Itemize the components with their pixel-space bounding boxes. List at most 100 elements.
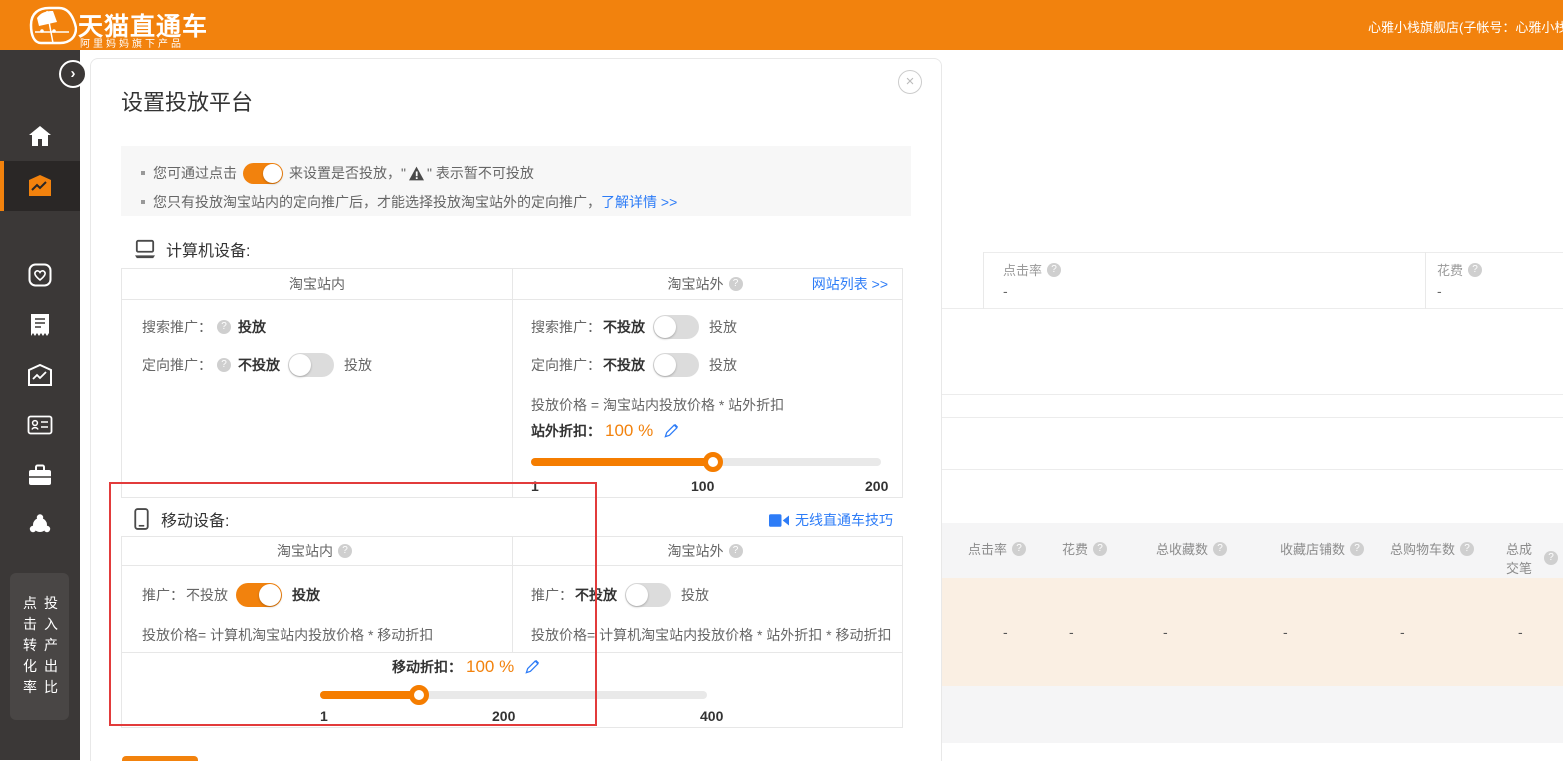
tick-mid: 100 bbox=[691, 478, 714, 494]
help-icon[interactable] bbox=[1012, 542, 1026, 556]
edit-pencil-icon[interactable] bbox=[663, 423, 679, 439]
target-promo-toggle[interactable] bbox=[653, 353, 699, 377]
promo-label: 推广： bbox=[142, 585, 184, 605]
discount-value: 100 % bbox=[466, 657, 514, 677]
home-icon bbox=[28, 125, 52, 147]
close-icon[interactable]: × bbox=[898, 70, 922, 94]
promo-off-label: 不投放 bbox=[186, 585, 228, 605]
mobile-table-header: 淘宝站内 淘宝站外 bbox=[122, 537, 902, 566]
promo-state: 投放 bbox=[292, 585, 320, 605]
sidebar-item-favorites[interactable] bbox=[0, 250, 80, 300]
help-icon[interactable] bbox=[1468, 263, 1482, 277]
mobile-offsite-cell: 推广： 不投放 投放 投放价格= 计算机淘宝站内投放价格 * 站外折扣 * 移动… bbox=[513, 566, 902, 652]
promo-label: 推广： bbox=[531, 585, 573, 605]
envelope-chart-icon bbox=[27, 364, 53, 386]
sidebar-item-campaign-active[interactable] bbox=[0, 161, 80, 211]
sidebar: › bbox=[0, 50, 80, 760]
help-icon[interactable] bbox=[1213, 542, 1227, 556]
account-name[interactable]: 心雅小栈旗舰店(子帐号：心雅小栈旗 bbox=[1368, 17, 1563, 36]
help-icon[interactable] bbox=[217, 358, 231, 372]
edit-pencil-icon[interactable] bbox=[524, 659, 540, 675]
sidebar-expand-button[interactable]: › bbox=[59, 60, 87, 88]
tick-mid: 200 bbox=[492, 708, 515, 724]
sidebar-item-reports[interactable] bbox=[0, 300, 80, 350]
sidebar-item-tools[interactable] bbox=[0, 450, 80, 500]
mobile-table: 淘宝站内 淘宝站外 推广： 不投放 投放 投放价格= 计算机淘宝站内投放价格 *… bbox=[121, 536, 903, 728]
help-icon[interactable] bbox=[729, 277, 743, 291]
mobile-onsite-toggle[interactable] bbox=[236, 583, 282, 607]
sidebar-item-audience[interactable] bbox=[0, 500, 80, 550]
slider-handle[interactable] bbox=[409, 685, 429, 705]
confirm-button[interactable] bbox=[122, 756, 198, 761]
computer-section-title: 计算机设备: bbox=[166, 237, 250, 261]
offsite-discount-slider[interactable] bbox=[531, 458, 881, 466]
help-icon[interactable] bbox=[338, 544, 352, 558]
metric-click-conversion: 点击转化率 bbox=[22, 593, 38, 698]
metric-roi: 投入产出比 bbox=[43, 593, 59, 698]
bg-table-data-row: - - - - - - bbox=[940, 578, 1563, 686]
computer-section-header: 计算机设备: bbox=[134, 237, 250, 261]
set-platform-dialog: 设置投放平台 × 您可通过点击 来设置是否投放，" " 表示暂不可投放 您只有投… bbox=[90, 58, 942, 761]
dialog-title: 设置投放平台 bbox=[121, 85, 253, 117]
header-label: 淘宝站外 bbox=[668, 274, 724, 294]
wireless-tips-label: 无线直通车技巧 bbox=[795, 510, 893, 530]
learn-more-link[interactable]: 了解详情 >> bbox=[601, 192, 677, 212]
col-deals: 总成交笔 bbox=[1506, 539, 1539, 577]
bullet-icon bbox=[141, 200, 145, 204]
stat-clickrate-label: 点击率 bbox=[1003, 260, 1042, 279]
mobile-offsite-toggle[interactable] bbox=[625, 583, 671, 607]
mobile-discount-slider[interactable] bbox=[320, 691, 707, 699]
formula-text: 投放价格= 计算机淘宝站内投放价格 * 站外折扣 * 移动折扣 bbox=[531, 625, 892, 645]
tip1-pre: 您可通过点击 bbox=[153, 163, 237, 183]
help-icon[interactable] bbox=[1093, 542, 1107, 556]
price-formula: 投放价格= 计算机淘宝站内投放价格 * 移动折扣 bbox=[142, 622, 433, 648]
help-icon[interactable] bbox=[729, 544, 743, 558]
computer-onsite-cell: 搜索推广： 投放 定向推广： 不投放 投放 bbox=[122, 300, 513, 497]
cell-value: - bbox=[1283, 624, 1288, 640]
computer-table-header: 淘宝站内 淘宝站外 网站列表 >> bbox=[122, 269, 902, 300]
help-icon[interactable] bbox=[217, 320, 231, 334]
help-icon[interactable] bbox=[1460, 542, 1474, 556]
target-promo-row: 定向推广： 不投放 投放 bbox=[531, 352, 737, 378]
help-icon[interactable] bbox=[1544, 551, 1558, 565]
help-icon[interactable] bbox=[1350, 542, 1364, 556]
search-promo-state: 投放 bbox=[238, 317, 266, 337]
cell-value: - bbox=[1518, 624, 1523, 640]
mobile-discount-area: 移动折扣： 100 % 1 200 400 bbox=[122, 653, 902, 727]
audience-icon bbox=[28, 513, 52, 537]
tip1-mid: 来设置是否投放，" bbox=[289, 163, 406, 183]
tick-max: 400 bbox=[700, 708, 723, 724]
search-promo-toggle[interactable] bbox=[653, 315, 699, 339]
example-toggle bbox=[243, 163, 283, 184]
sidebar-metrics-panel[interactable]: 点击转化率 投入产出比 bbox=[10, 573, 69, 720]
target-promo-toggle[interactable] bbox=[288, 353, 334, 377]
mobile-section-title: 移动设备: bbox=[161, 507, 229, 531]
toggle-on-label: 投放 bbox=[709, 355, 737, 375]
computer-icon bbox=[134, 239, 156, 259]
target-promo-label: 定向推广： bbox=[531, 355, 601, 375]
website-list-link[interactable]: 网站列表 >> bbox=[812, 274, 888, 294]
divider bbox=[932, 469, 1563, 470]
stat-cost-label: 花费 bbox=[1437, 260, 1463, 279]
slider-handle[interactable] bbox=[703, 452, 723, 472]
header-taobao-offsite: 淘宝站外 网站列表 >> bbox=[513, 269, 902, 299]
help-icon[interactable] bbox=[1047, 263, 1061, 277]
sidebar-item-promotion[interactable] bbox=[0, 350, 80, 400]
stat-cost: 花费 bbox=[1437, 260, 1487, 279]
stat-clickrate-value: - bbox=[1003, 283, 1008, 299]
toggle-on-label: 投放 bbox=[681, 585, 709, 605]
toggle-on-label: 投放 bbox=[709, 317, 737, 337]
app-subtitle: 阿里妈妈旗下产品 bbox=[80, 35, 184, 50]
wireless-tips-link[interactable]: 无线直通车技巧 bbox=[769, 510, 893, 530]
tip-row-2: 您只有投放淘宝站内的定向推广后，才能选择投放淘宝站外的定向推广， 了解详情 >> bbox=[141, 190, 677, 214]
sidebar-item-home[interactable] bbox=[0, 111, 80, 161]
mobile-section-header: 移动设备: 无线直通车技巧 bbox=[121, 507, 901, 531]
toggle-on-label: 投放 bbox=[344, 355, 372, 375]
topbar: 天猫直通车 阿里妈妈旗下产品 心雅小栈旗舰店(子帐号：心雅小栈旗 bbox=[0, 0, 1563, 50]
cell-value: - bbox=[1069, 624, 1074, 640]
campaign-icon bbox=[27, 175, 53, 197]
target-promo-state: 不投放 bbox=[603, 355, 645, 375]
promo-state: 不投放 bbox=[575, 585, 617, 605]
sidebar-item-account[interactable] bbox=[0, 400, 80, 450]
divider bbox=[983, 252, 1563, 253]
